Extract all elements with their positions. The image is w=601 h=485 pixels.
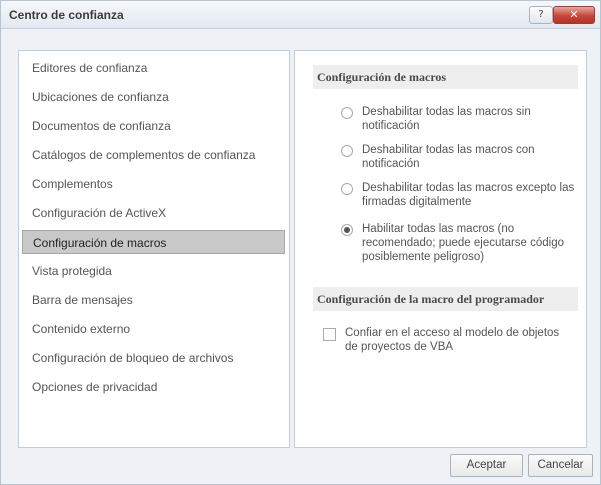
sidebar-item-file-block-settings[interactable]: Configuración de bloqueo de archivos: [19, 346, 289, 370]
sidebar-item-macro-settings[interactable]: Configuración de macros: [22, 230, 285, 254]
help-icon: ?: [538, 9, 544, 20]
developer-macro-settings-heading: Configuración de la macro del programado…: [313, 287, 578, 311]
checkbox-label: Confiar en el acceso al modelo de objeto…: [345, 327, 560, 353]
sidebar-item-trusted-locations[interactable]: Ubicaciones de confianza: [19, 85, 289, 109]
sidebar-item-external-content[interactable]: Contenido externo: [19, 317, 289, 341]
radio-option-label: Deshabilitar todas las macros sin notifi…: [362, 106, 531, 132]
sidebar-item-trusted-publishers[interactable]: Editores de confianza: [19, 56, 289, 80]
macro-settings-panel: Configuración de macros Deshabilitar tod…: [294, 50, 587, 448]
macro-settings-heading: Configuración de macros: [313, 65, 578, 89]
trust-center-dialog: Centro de confianza ? ✕ Editores de conf…: [0, 0, 601, 485]
radio-button-selected[interactable]: [341, 224, 353, 236]
sidebar-item-trusted-documents[interactable]: Documentos de confianza: [19, 114, 289, 138]
sidebar-item-activex-settings[interactable]: Configuración de ActiveX: [19, 201, 289, 225]
radio-button[interactable]: [341, 183, 353, 195]
sidebar-item-protected-view[interactable]: Vista protegida: [19, 259, 289, 283]
radio-option-label: Deshabilitar todas las macros excepto la…: [362, 182, 575, 208]
dialog-title: Centro de confianza: [9, 8, 124, 22]
help-button[interactable]: ?: [529, 6, 553, 24]
radio-button[interactable]: [341, 107, 353, 119]
sidebar-item-message-bar[interactable]: Barra de mensajes: [19, 288, 289, 312]
title-bar[interactable]: Centro de confianza ? ✕: [1, 1, 600, 29]
sidebar-item-trusted-addin-catalogs[interactable]: Catálogos de complementos de confianza: [19, 143, 289, 167]
radio-option-label: Habilitar todas las macros (no recomenda…: [362, 223, 565, 263]
sidebar-item-privacy-options[interactable]: Opciones de privacidad: [19, 375, 289, 399]
checkbox[interactable]: [323, 328, 336, 341]
sidebar-item-addins[interactable]: Complementos: [19, 172, 289, 196]
cancel-button[interactable]: Cancelar: [528, 454, 593, 477]
sidebar: Editores de confianza Ubicaciones de con…: [18, 50, 290, 448]
close-icon: ✕: [569, 8, 579, 21]
ok-button[interactable]: Aceptar: [450, 454, 523, 477]
radio-option-label: Deshabilitar todas las macros con notifi…: [362, 144, 535, 170]
radio-button[interactable]: [341, 145, 353, 157]
close-button[interactable]: ✕: [553, 6, 595, 24]
